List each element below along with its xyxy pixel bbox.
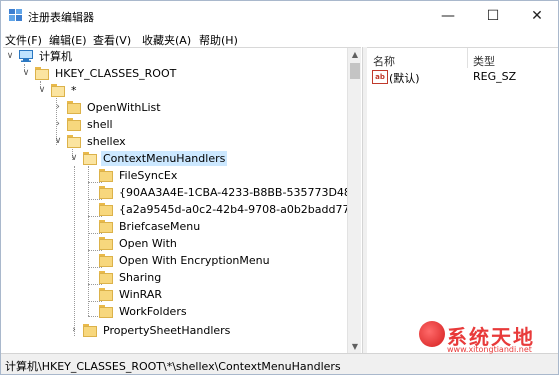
folder-open-icon bbox=[83, 152, 97, 165]
registry-editor-window: 注册表编辑器 — ☐ ✕ 文件(F) 编辑(E) 查看(V) 收藏夹(A) 帮助… bbox=[0, 0, 559, 375]
tree-label: PropertySheetHandlers bbox=[103, 324, 231, 337]
computer-icon bbox=[19, 50, 33, 62]
folder-icon bbox=[99, 169, 113, 182]
tree-label: Open With bbox=[119, 237, 177, 250]
tree-label: BriefcaseMenu bbox=[119, 220, 201, 233]
folder-icon bbox=[99, 237, 113, 250]
column-separator[interactable] bbox=[467, 48, 468, 68]
menu-view[interactable]: 查看(V) bbox=[93, 32, 131, 48]
tree-label: * bbox=[71, 84, 77, 97]
tree-node-contextmenuhandlers[interactable]: ∨ ContextMenuHandlers bbox=[69, 150, 289, 167]
tree-node-star[interactable]: ∨ * bbox=[37, 82, 237, 99]
collapse-chevron-icon[interactable]: ∨ bbox=[53, 133, 63, 150]
folder-open-icon bbox=[67, 135, 81, 148]
tree-label: Open With EncryptionMenu bbox=[119, 254, 270, 267]
folder-icon bbox=[99, 305, 113, 318]
expand-chevron-icon[interactable]: › bbox=[53, 99, 63, 116]
expand-chevron-icon[interactable]: › bbox=[69, 322, 79, 339]
tree-label: ContextMenuHandlers bbox=[101, 151, 228, 166]
tree-label: shell bbox=[87, 118, 113, 131]
menu-favorites[interactable]: 收藏夹(A) bbox=[142, 32, 191, 48]
tree-node-child[interactable]: WorkFolders bbox=[85, 303, 345, 320]
collapse-chevron-icon[interactable]: ∨ bbox=[21, 65, 31, 82]
column-header-name[interactable]: 名称 bbox=[373, 53, 395, 69]
tree-label: shellex bbox=[87, 135, 126, 148]
tree-node-child[interactable]: Open With EncryptionMenu bbox=[85, 252, 345, 269]
watermark-url: www.xitongtiandi.net bbox=[447, 345, 532, 354]
title-bar: 注册表编辑器 — ☐ ✕ bbox=[1, 1, 558, 29]
column-header-type[interactable]: 类型 bbox=[473, 53, 495, 69]
registry-tree[interactable]: ∨ 计算机 ∨ HKEY_CLASSES_ROOT ∨ * › OpenWith… bbox=[3, 47, 361, 354]
tree-node-child[interactable]: {90AA3A4E-1CBA-4233-B8BB-535773D48449 bbox=[85, 184, 361, 201]
watermark-globe-icon bbox=[419, 321, 445, 347]
collapse-chevron-icon[interactable]: ∨ bbox=[37, 82, 47, 99]
tree-label: 计算机 bbox=[39, 50, 72, 63]
folder-icon bbox=[99, 254, 113, 267]
watermark-logo: 系统天地 www.xitongtiandi.net bbox=[419, 319, 558, 361]
tree-node-propertysheethandlers[interactable]: › PropertySheetHandlers bbox=[69, 322, 289, 339]
status-path: 计算机\HKEY_CLASSES_ROOT\*\shellex\ContextM… bbox=[5, 360, 341, 373]
tree-node-hkcr[interactable]: ∨ HKEY_CLASSES_ROOT bbox=[21, 65, 221, 82]
collapse-chevron-icon[interactable]: ∨ bbox=[69, 150, 79, 167]
tree-label: {a2a9545d-a0c2-42b4-9708-a0b2badd77c8} bbox=[119, 203, 361, 216]
menu-edit[interactable]: 编辑(E) bbox=[49, 32, 87, 48]
close-button[interactable]: ✕ bbox=[517, 5, 557, 27]
folder-icon bbox=[67, 101, 81, 114]
tree-node-child[interactable]: Sharing bbox=[85, 269, 345, 286]
tree-node-openwithlist[interactable]: › OpenWithList bbox=[53, 99, 253, 116]
tree-label: {90AA3A4E-1CBA-4233-B8BB-535773D48449 bbox=[119, 186, 361, 199]
values-list[interactable]: 名称 类型 ab (默认) REG_SZ bbox=[367, 47, 558, 354]
tree-label: HKEY_CLASSES_ROOT bbox=[55, 67, 177, 80]
collapse-chevron-icon[interactable]: ∨ bbox=[5, 48, 15, 65]
menu-file[interactable]: 文件(F) bbox=[5, 32, 42, 48]
folder-icon bbox=[67, 118, 81, 131]
minimize-button[interactable]: — bbox=[428, 5, 468, 27]
tree-label: Sharing bbox=[119, 271, 162, 284]
string-value-icon: ab bbox=[372, 70, 388, 84]
folder-icon bbox=[99, 220, 113, 233]
folder-icon bbox=[99, 271, 113, 284]
tree-node-shell[interactable]: › shell bbox=[53, 116, 253, 133]
tree-label: WinRAR bbox=[119, 288, 163, 301]
tree-vertical-scrollbar[interactable]: ▲ ▼ bbox=[347, 48, 361, 354]
tree-label: FileSyncEx bbox=[119, 169, 178, 182]
tree-node-child[interactable]: Open With bbox=[85, 235, 345, 252]
folder-open-icon bbox=[35, 67, 49, 80]
folder-icon bbox=[83, 324, 97, 337]
window-title: 注册表编辑器 bbox=[28, 11, 94, 24]
value-type: REG_SZ bbox=[473, 70, 517, 83]
tree-label: WorkFolders bbox=[119, 305, 187, 318]
tree-label: OpenWithList bbox=[87, 101, 161, 114]
menu-help[interactable]: 帮助(H) bbox=[199, 32, 238, 48]
maximize-button[interactable]: ☐ bbox=[473, 5, 513, 27]
expand-chevron-icon[interactable]: › bbox=[53, 116, 63, 133]
tree-line bbox=[74, 166, 75, 336]
folder-open-icon bbox=[51, 84, 65, 97]
menu-bar: 文件(F) 编辑(E) 查看(V) 收藏夹(A) 帮助(H) bbox=[1, 29, 558, 47]
folder-icon bbox=[99, 288, 113, 301]
registry-editor-icon bbox=[9, 9, 22, 21]
value-name[interactable]: (默认) bbox=[389, 70, 420, 86]
tree-node-child[interactable]: WinRAR bbox=[85, 286, 345, 303]
scrollbar-thumb[interactable] bbox=[350, 63, 360, 79]
tree-node-shellex[interactable]: ∨ shellex bbox=[53, 133, 253, 150]
tree-node-child[interactable]: BriefcaseMenu bbox=[85, 218, 345, 235]
tree-node-computer[interactable]: ∨ 计算机 bbox=[5, 48, 205, 65]
folder-icon bbox=[99, 186, 113, 199]
scroll-up-arrow-icon[interactable]: ▲ bbox=[348, 48, 361, 62]
tree-node-child[interactable]: {a2a9545d-a0c2-42b4-9708-a0b2badd77c8} bbox=[85, 201, 361, 218]
scroll-down-arrow-icon[interactable]: ▼ bbox=[348, 340, 361, 354]
folder-icon bbox=[99, 203, 113, 216]
tree-node-child[interactable]: FileSyncEx bbox=[85, 167, 345, 184]
